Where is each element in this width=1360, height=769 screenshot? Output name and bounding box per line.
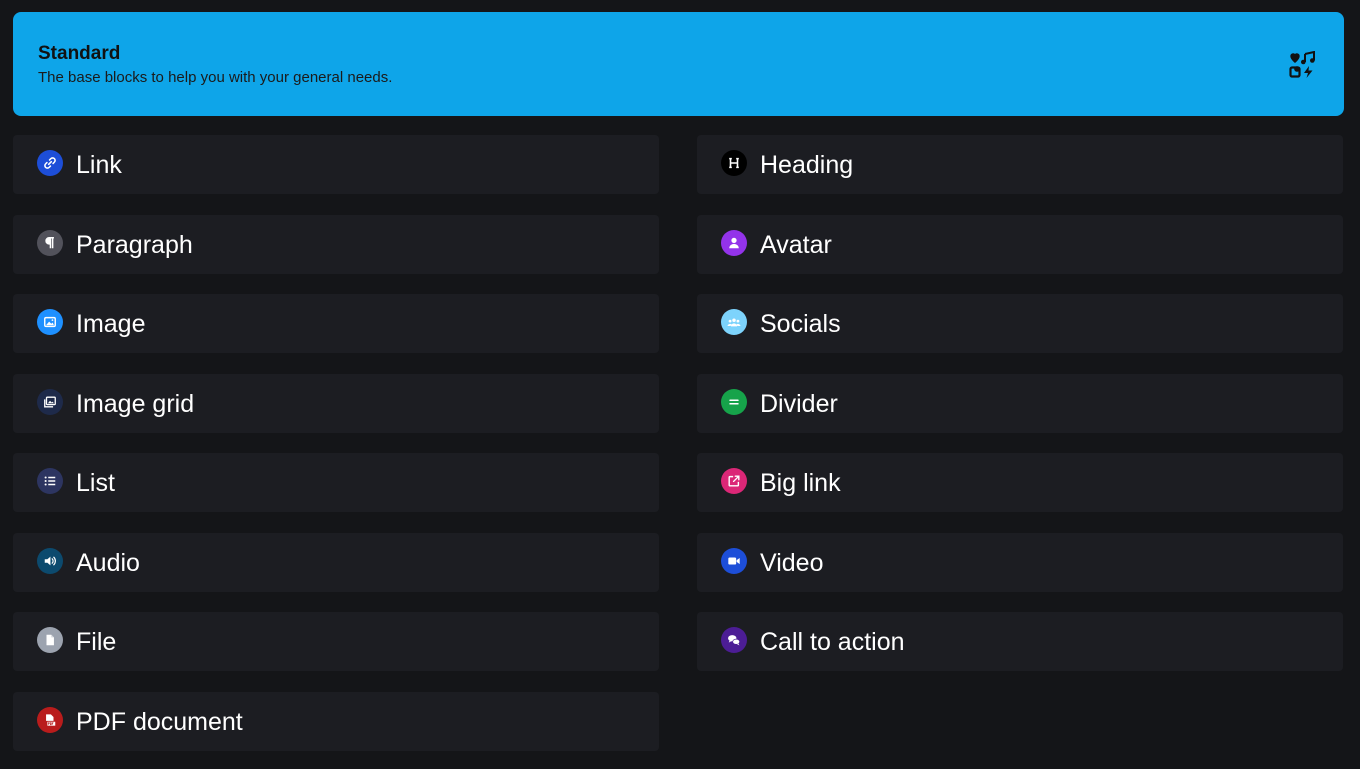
block-call-to-action-label: Call to action (760, 627, 905, 656)
block-link[interactable]: Link (13, 135, 659, 194)
block-link-label: Link (76, 150, 122, 179)
block-avatar[interactable]: Avatar (697, 215, 1343, 274)
pdf-icon (37, 706, 63, 733)
block-file[interactable]: File (13, 612, 659, 671)
block-image-grid-label: Image grid (76, 389, 195, 418)
speaker-icon (37, 547, 63, 574)
block-big-link-label: Big link (760, 468, 841, 497)
block-audio-label: Audio (76, 548, 140, 577)
block-paragraph-label: Paragraph (76, 230, 193, 259)
heading-icon (721, 149, 747, 176)
file-icon (37, 626, 63, 653)
block-list-label: List (76, 468, 115, 497)
block-audio[interactable]: Audio (13, 533, 659, 592)
category-title: Standard (38, 43, 121, 64)
user-icon (721, 229, 747, 256)
block-socials-label: Socials (760, 309, 841, 338)
block-video-label: Video (760, 548, 824, 577)
block-avatar-label: Avatar (760, 230, 832, 259)
link-icon (37, 149, 63, 176)
block-image-label: Image (76, 309, 146, 338)
block-file-label: File (76, 627, 117, 656)
block-heading-label: Heading (760, 150, 854, 179)
images-icon (37, 388, 63, 415)
category-banner: Standard The base blocks to help you wit… (13, 12, 1344, 116)
block-list[interactable]: List (13, 453, 659, 512)
external-link-icon (721, 467, 747, 494)
shapes-icon (1288, 50, 1316, 79)
block-big-link[interactable]: Big link (697, 453, 1343, 512)
list-icon (37, 467, 63, 494)
block-call-to-action[interactable]: Call to action (697, 612, 1343, 671)
people-icon (721, 308, 747, 335)
block-image[interactable]: Image (13, 294, 659, 353)
pilcrow-icon (37, 229, 63, 256)
block-divider[interactable]: Divider (697, 374, 1343, 433)
block-divider-label: Divider (760, 389, 838, 418)
block-paragraph[interactable]: Paragraph (13, 215, 659, 274)
block-heading[interactable]: Heading (697, 135, 1343, 194)
chat-bubbles-icon (721, 626, 747, 653)
block-pdf[interactable]: PDF document (13, 692, 659, 751)
block-video[interactable]: Video (697, 533, 1343, 592)
equals-icon (721, 388, 747, 415)
image-icon (37, 308, 63, 335)
block-image-grid[interactable]: Image grid (13, 374, 659, 433)
block-pdf-label: PDF document (76, 707, 243, 736)
video-camera-icon (721, 547, 747, 574)
block-socials[interactable]: Socials (697, 294, 1343, 353)
category-description: The base blocks to help you with your ge… (38, 69, 393, 86)
